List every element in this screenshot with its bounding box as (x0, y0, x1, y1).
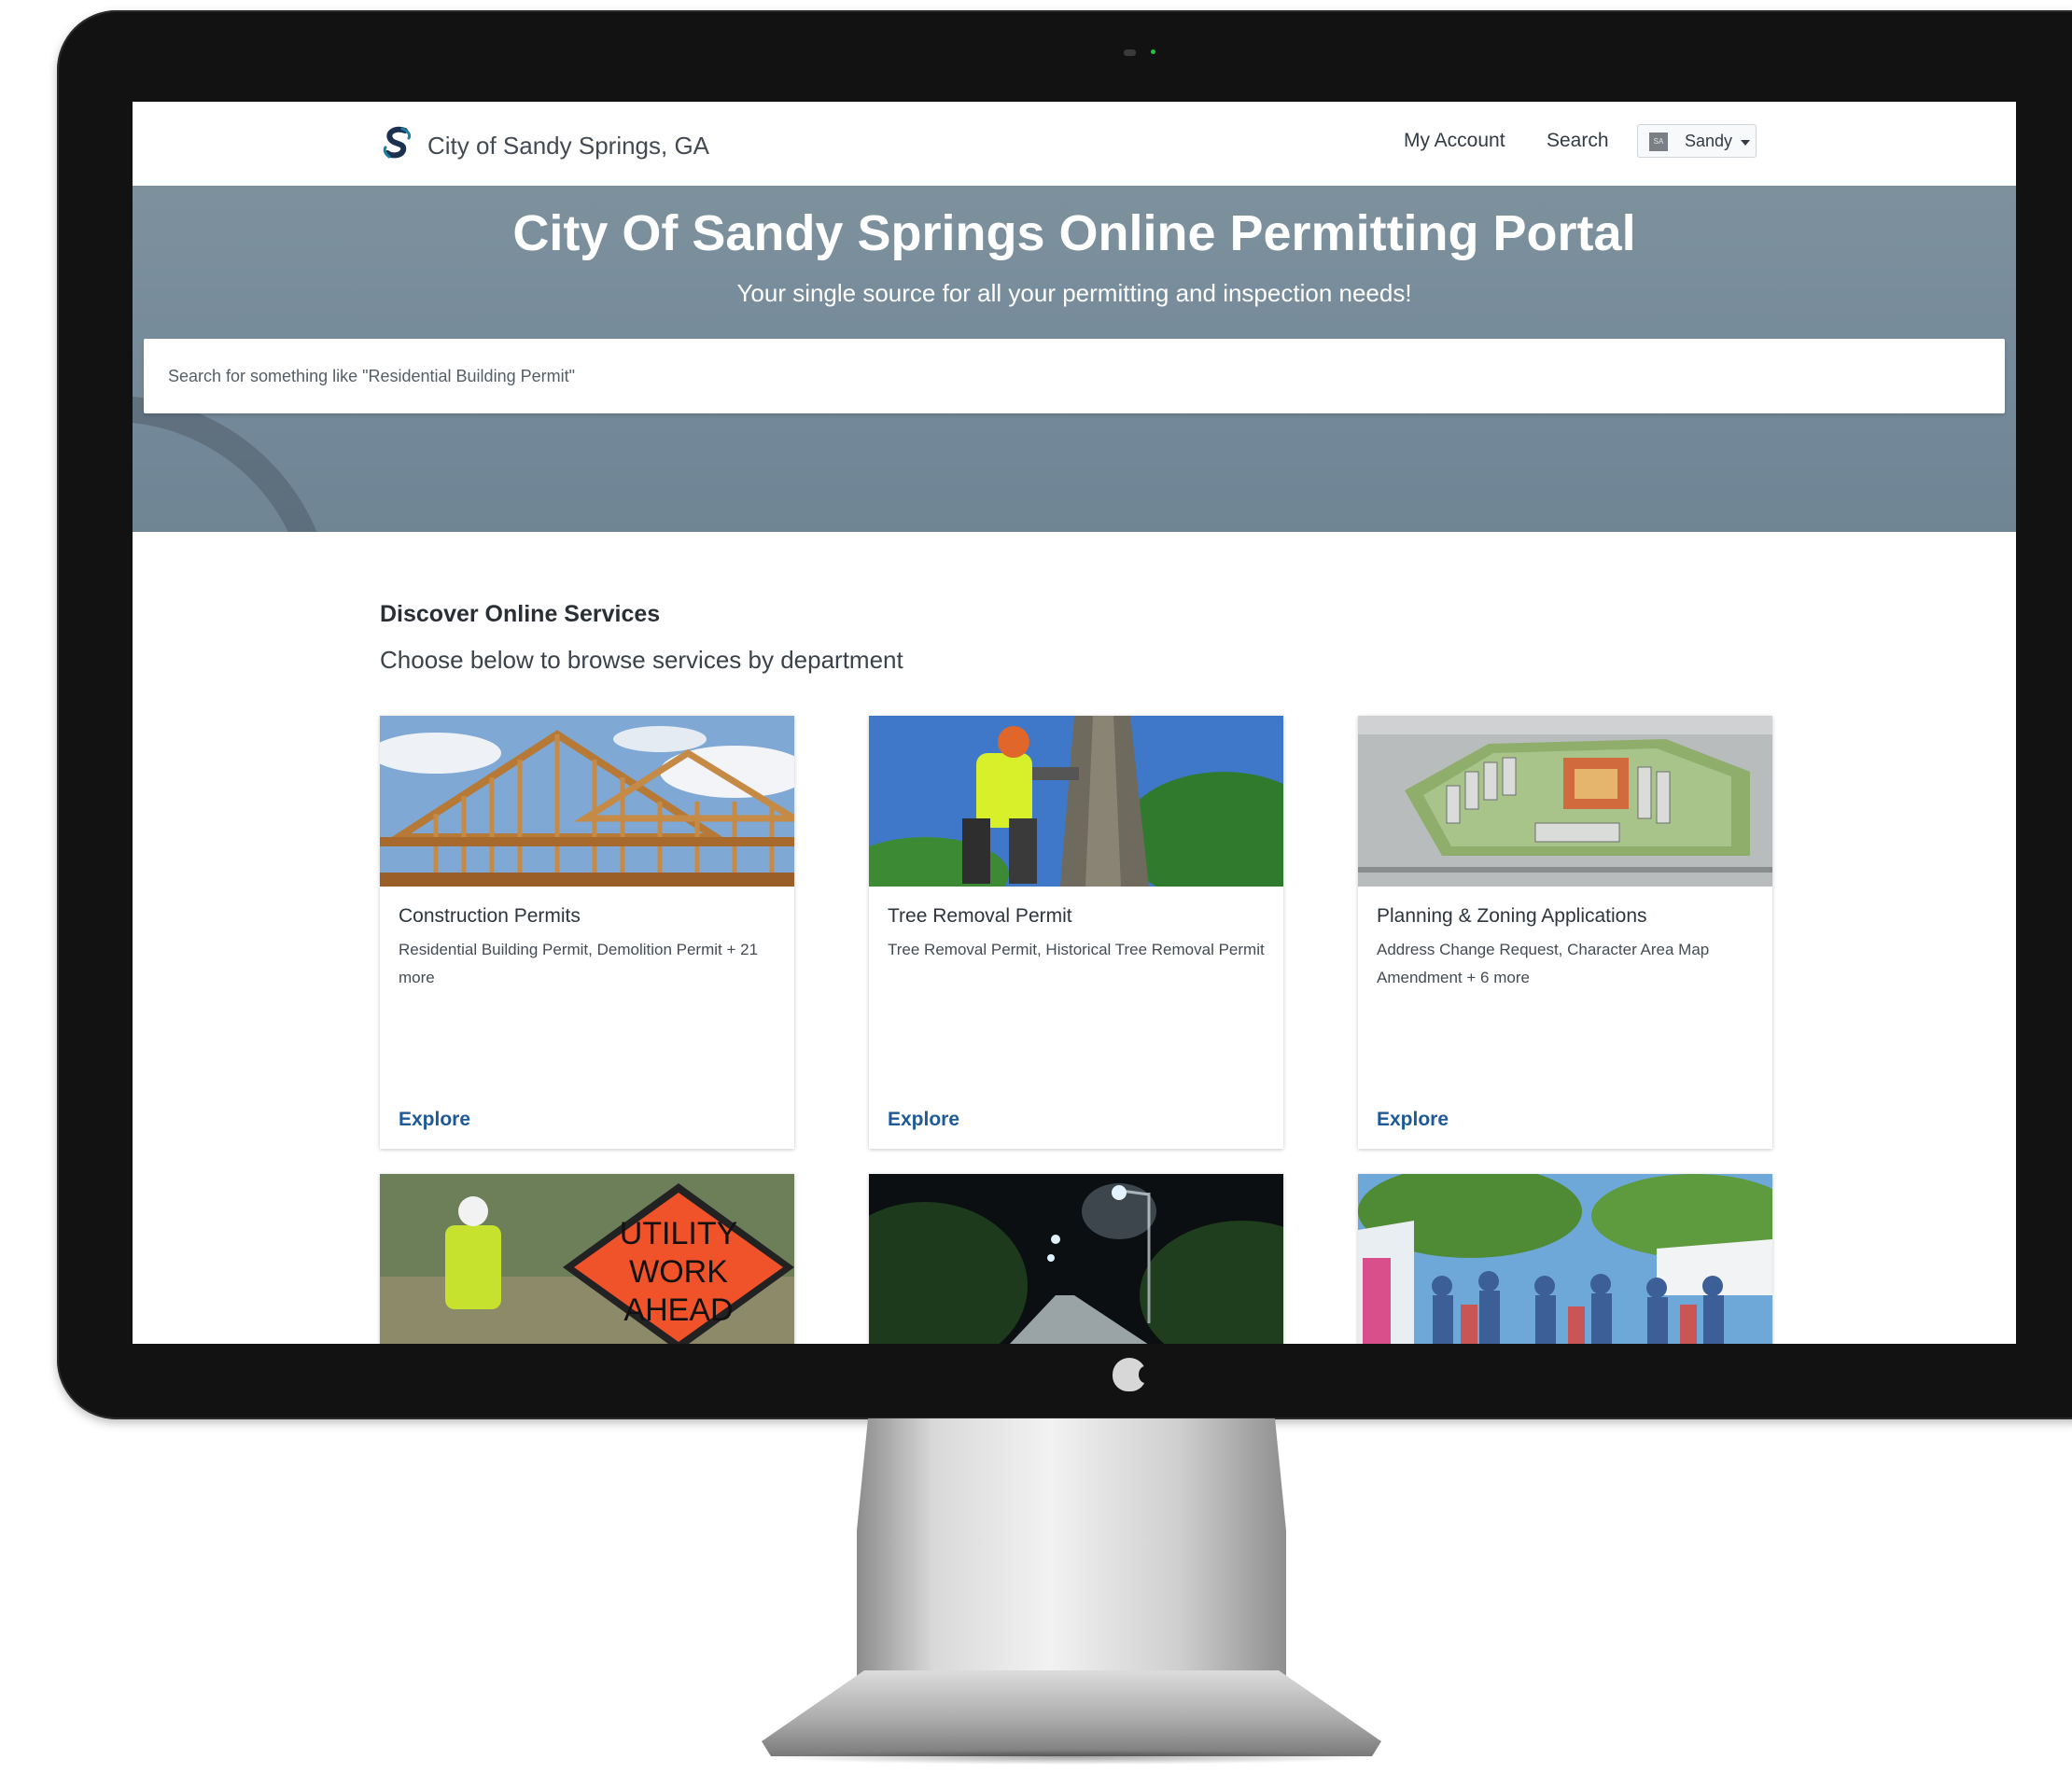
service-card-planning-zoning[interactable]: Planning & Zoning Applications Address C… (1358, 716, 1772, 1149)
monitor-stand-shadow (765, 1750, 1378, 1765)
hero-background-arc (133, 396, 334, 532)
browser-screen: City of Sandy Springs, GA My Account Sea… (133, 102, 2016, 1344)
service-card-events[interactable] (1358, 1174, 1772, 1344)
monitor-stand-neck (857, 1418, 1286, 1698)
camera-icon (1124, 49, 1136, 56)
card-description: Residential Building Permit, Demolition … (399, 941, 759, 986)
street-light-photo-icon (869, 1174, 1283, 1344)
top-navigation-bar: City of Sandy Springs, GA My Account Sea… (133, 102, 2016, 186)
page-subtitle: Your single source for all your permitti… (736, 279, 1412, 307)
house-framing-photo-icon (380, 716, 794, 887)
card-title: Tree Removal Permit (888, 905, 1072, 927)
explore-link[interactable]: Explore (888, 1109, 959, 1131)
search-input[interactable] (144, 339, 2005, 413)
sign-text-line-3: AHEAD (623, 1292, 733, 1328)
service-card-construction[interactable]: Construction Permits Residential Buildin… (380, 716, 794, 1149)
card-title: Planning & Zoning Applications (1377, 905, 1647, 927)
apple-logo-icon (1113, 1358, 1152, 1391)
camera-led-icon (1151, 49, 1155, 54)
festival-crowd-photo-icon (1358, 1174, 1772, 1344)
avatar: SA (1649, 133, 1668, 151)
chevron-down-icon (1741, 140, 1750, 146)
city-logo-icon[interactable] (380, 125, 415, 161)
page-title: City Of Sandy Springs Online Permitting … (512, 205, 1636, 261)
brand-name[interactable]: City of Sandy Springs, GA (427, 132, 709, 161)
user-name: Sandy (1685, 132, 1733, 150)
services-heading: Discover Online Services (380, 601, 661, 627)
services-subheading: Choose below to browse services by depar… (380, 646, 903, 674)
search-link[interactable]: Search (1547, 130, 1609, 152)
hero-banner: City Of Sandy Springs Online Permitting … (133, 186, 2016, 532)
card-description: Address Change Request, Character Area M… (1377, 941, 1710, 986)
sign-text-line-2: WORK (629, 1254, 728, 1290)
card-title: Construction Permits (399, 905, 581, 927)
service-card-utility[interactable]: UTILITY WORK AHEAD (380, 1174, 794, 1344)
card-description: Tree Removal Permit, Historical Tree Rem… (888, 941, 1265, 958)
arborist-photo-icon (869, 716, 1283, 887)
user-menu-button[interactable]: SA Sandy (1637, 124, 1757, 158)
utility-work-photo-icon: UTILITY WORK AHEAD (380, 1174, 794, 1344)
service-card-street-lights[interactable] (869, 1174, 1283, 1344)
explore-link[interactable]: Explore (399, 1109, 470, 1131)
site-plan-photo-icon (1358, 716, 1772, 887)
my-account-link[interactable]: My Account (1404, 130, 1505, 152)
sign-text-line-1: UTILITY (620, 1216, 738, 1251)
service-card-tree-removal[interactable]: Tree Removal Permit Tree Removal Permit,… (869, 716, 1283, 1149)
explore-link[interactable]: Explore (1377, 1109, 1449, 1131)
